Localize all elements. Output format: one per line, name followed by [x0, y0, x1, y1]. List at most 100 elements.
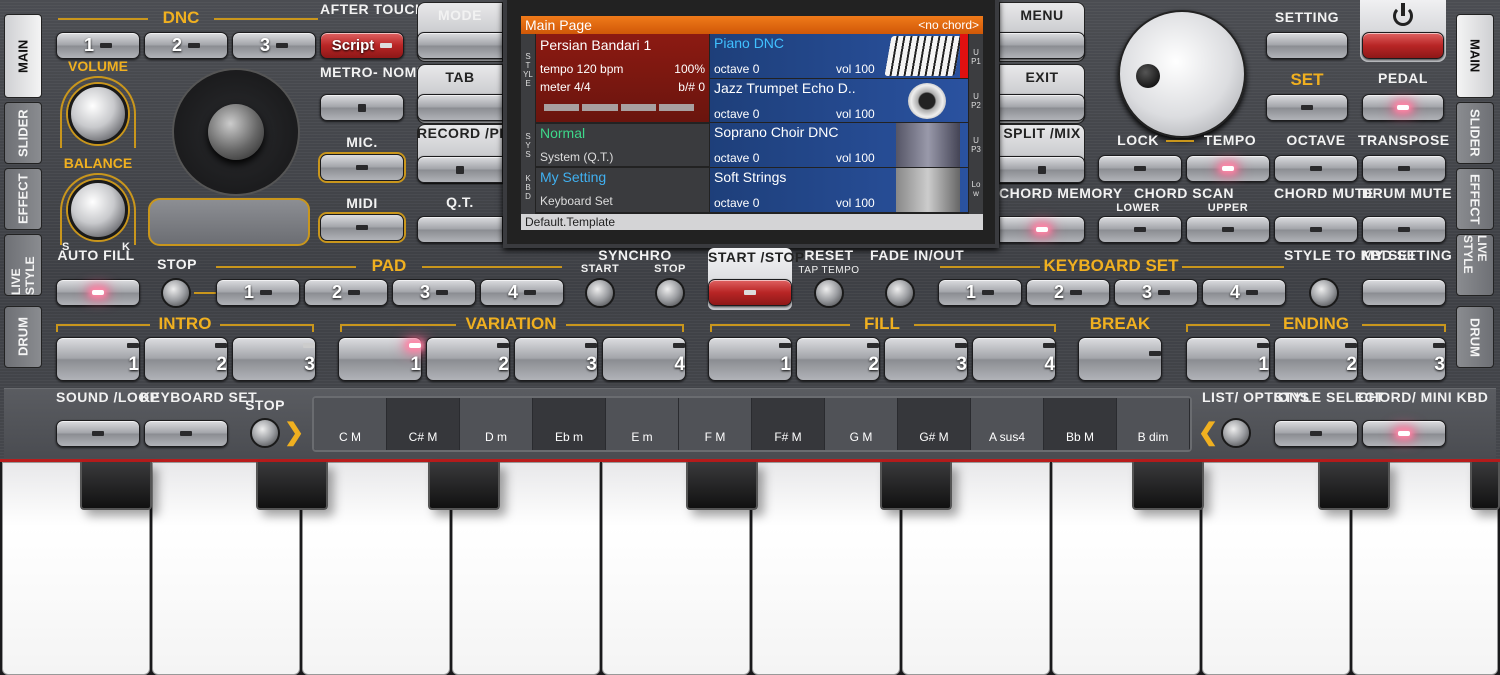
fill-button-1[interactable]: 1	[708, 337, 792, 381]
synchro-start-knob[interactable]	[585, 278, 615, 308]
tab-effect-right[interactable]: EFFECT	[1456, 168, 1494, 230]
synchro-stop-knob[interactable]	[655, 278, 685, 308]
midi-button[interactable]	[320, 214, 404, 241]
black-key[interactable]	[880, 462, 952, 510]
black-key[interactable]	[686, 462, 758, 510]
chord-cell[interactable]: C M	[314, 398, 387, 450]
start-stop-button[interactable]	[708, 279, 792, 306]
setting-button[interactable]	[1266, 32, 1348, 59]
balance-knob[interactable]	[68, 180, 128, 240]
chord-cell[interactable]: B dim	[1117, 398, 1190, 450]
chord-scroll-right-icon[interactable]: ❯	[284, 418, 304, 447]
transpose-button[interactable]	[1362, 155, 1446, 182]
chord-scan-lower-button[interactable]	[1098, 216, 1182, 243]
tab-slider-left[interactable]: SLIDER	[4, 102, 42, 164]
chord-cell[interactable]: D m	[460, 398, 533, 450]
tab-main-right[interactable]: MAIN	[1456, 14, 1494, 98]
chord-cell[interactable]: A sus4	[971, 398, 1044, 450]
my-setting-button[interactable]	[1362, 279, 1446, 306]
lock-button[interactable]	[1098, 155, 1182, 182]
voice-slot-up1[interactable]: Piano DNC octave 0 vol 100	[710, 34, 968, 78]
mode-button[interactable]	[417, 32, 503, 59]
mic-button[interactable]	[320, 154, 404, 181]
pad-button-3[interactable]: 3	[392, 279, 476, 306]
ending-button-2[interactable]: 2	[1274, 337, 1358, 381]
kbd-set-button-2[interactable]: 2	[1026, 279, 1110, 306]
black-key[interactable]	[428, 462, 500, 510]
pad-button-2[interactable]: 2	[304, 279, 388, 306]
white-key[interactable]	[752, 462, 900, 675]
pad-button-1[interactable]: 1	[216, 279, 300, 306]
tab-drum-right[interactable]: DRUM	[1456, 306, 1494, 368]
joystick-ball[interactable]	[208, 104, 264, 160]
voice-slot-low[interactable]: Soft Strings octave 0 vol 100	[710, 168, 968, 212]
drum-mute-button[interactable]	[1362, 216, 1446, 243]
fill-button-4[interactable]: 4	[972, 337, 1056, 381]
dnc-button-2[interactable]: 2	[144, 32, 228, 59]
octave-button[interactable]	[1274, 155, 1358, 182]
variation-button-4[interactable]: 4	[602, 337, 686, 381]
tab-live-style-right[interactable]: LIVE STYLE	[1456, 234, 1494, 296]
data-dial[interactable]	[1118, 10, 1246, 138]
chord-memory-button[interactable]	[999, 216, 1085, 243]
black-key[interactable]	[1470, 462, 1500, 510]
pad-button-4[interactable]: 4	[480, 279, 564, 306]
black-key[interactable]	[80, 462, 152, 510]
intro-button-1[interactable]: 1	[56, 337, 140, 381]
tempo-button[interactable]	[1186, 155, 1270, 182]
qt-button[interactable]	[417, 216, 503, 243]
record-button[interactable]	[417, 156, 503, 183]
reset-knob[interactable]	[814, 278, 844, 308]
chord-mini-kbd-button[interactable]	[1362, 420, 1446, 447]
list-options-knob[interactable]	[1221, 418, 1251, 448]
style-to-kbd-knob[interactable]	[1309, 278, 1339, 308]
chord-scan-upper-button[interactable]	[1186, 216, 1270, 243]
power-button[interactable]	[1362, 32, 1444, 59]
metronome-button[interactable]	[320, 94, 404, 121]
auto-fill-button[interactable]	[56, 279, 140, 306]
black-key[interactable]	[256, 462, 328, 510]
menu-button[interactable]	[999, 32, 1085, 59]
keyboard-set-panel[interactable]: My Setting Keyboard Set	[536, 168, 709, 212]
exit-button[interactable]	[999, 94, 1085, 121]
black-key[interactable]	[1318, 462, 1390, 510]
pedal-button[interactable]	[1362, 94, 1444, 121]
kbd-set-button-1[interactable]: 1	[938, 279, 1022, 306]
touch-pad[interactable]	[148, 198, 310, 246]
break-button[interactable]	[1078, 337, 1162, 381]
chord-cell[interactable]: E m	[606, 398, 679, 450]
tab-slider-right[interactable]: SLIDER	[1456, 102, 1494, 164]
intro-button-2[interactable]: 2	[144, 337, 228, 381]
pad-stop-knob[interactable]	[161, 278, 191, 308]
tab-drum-left[interactable]: DRUM	[4, 306, 42, 368]
joystick[interactable]	[172, 68, 300, 196]
ending-button-1[interactable]: 1	[1186, 337, 1270, 381]
chord-cell[interactable]: Bb M	[1044, 398, 1117, 450]
variation-button-3[interactable]: 3	[514, 337, 598, 381]
black-key[interactable]	[1132, 462, 1204, 510]
chord-cell[interactable]: G M	[825, 398, 898, 450]
voice-slot-up2[interactable]: Jazz Trumpet Echo D.. octave 0 vol 100	[710, 79, 968, 122]
sound-loop-button[interactable]	[56, 420, 140, 447]
fill-button-3[interactable]: 3	[884, 337, 968, 381]
tab-live-style-left[interactable]: LIVE STYLE	[4, 234, 42, 296]
intro-button-3[interactable]: 3	[232, 337, 316, 381]
tab-main-left[interactable]: MAIN	[4, 14, 42, 98]
fill-button-2[interactable]: 2	[796, 337, 880, 381]
dnc-button-1[interactable]: 1	[56, 32, 140, 59]
chord-mute-button[interactable]	[1274, 216, 1358, 243]
style-panel[interactable]: Persian Bandari 1 tempo 120 bpm 100% met…	[536, 34, 709, 122]
chord-cell[interactable]: F M	[679, 398, 752, 450]
set-button[interactable]	[1266, 94, 1348, 121]
bottom-keyboard-set-button[interactable]	[144, 420, 228, 447]
kbd-set-button-4[interactable]: 4	[1202, 279, 1286, 306]
chord-cell[interactable]: C# M	[387, 398, 460, 450]
chord-cell[interactable]: Eb m	[533, 398, 606, 450]
dnc-button-3[interactable]: 3	[232, 32, 316, 59]
style-select-button[interactable]	[1274, 420, 1358, 447]
kbd-set-button-3[interactable]: 3	[1114, 279, 1198, 306]
chord-scroll-left-icon[interactable]: ❮	[1198, 418, 1218, 447]
voice-slot-up3[interactable]: Soprano Choir DNC octave 0 vol 100	[710, 123, 968, 167]
split-button[interactable]	[999, 156, 1085, 183]
variation-button-2[interactable]: 2	[426, 337, 510, 381]
